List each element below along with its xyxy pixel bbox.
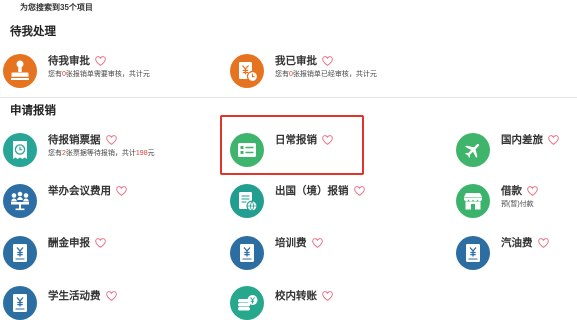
coin-stack-icon xyxy=(230,286,264,320)
heart-icon[interactable] xyxy=(548,135,559,145)
item-text: 汽油费 xyxy=(501,236,549,249)
page: 为您搜索到35个项目 待我处理 待我审批 您有0张报销单需要审核，共计元 我已审… xyxy=(0,0,577,320)
item-text: 酬金申报 xyxy=(48,236,106,249)
item-text: 国内差旅 xyxy=(501,133,559,146)
heart-icon[interactable] xyxy=(105,135,117,145)
item-title: 国内差旅 xyxy=(501,134,543,146)
item-title: 待我审批 xyxy=(48,55,90,67)
item-title: 出国（境）报销 xyxy=(275,185,349,197)
item-title-row: 待报销票据 xyxy=(48,134,155,146)
subtitle-text: 张报销单已经审核，共计元 xyxy=(292,71,377,78)
item-pending-receipts[interactable]: 待报销票据 您有2张票据等待报销，共计198元 xyxy=(3,133,155,167)
item-training-fee[interactable]: 培训费 xyxy=(230,236,323,270)
item-title: 校内转账 xyxy=(275,290,317,302)
heart-icon[interactable] xyxy=(311,238,323,248)
item-title: 待报销票据 xyxy=(48,134,101,146)
item-text: 培训费 xyxy=(275,236,323,249)
item-loan[interactable]: 借款 预(暂)付款 xyxy=(456,184,538,218)
search-result-summary: 为您搜索到35个项目 xyxy=(20,3,93,13)
item-title: 借款 xyxy=(501,185,522,197)
heart-icon[interactable] xyxy=(527,186,538,196)
item-title: 培训费 xyxy=(275,237,307,249)
item-title-row: 培训费 xyxy=(275,237,323,249)
heart-icon[interactable] xyxy=(322,291,333,301)
item-title-row: 举办会议费用 xyxy=(48,185,127,197)
heart-icon[interactable] xyxy=(353,186,365,196)
item-title-row: 汽油费 xyxy=(501,237,549,249)
heart-icon[interactable] xyxy=(105,291,117,301)
passport-globe-icon xyxy=(230,184,264,218)
subtitle-text: 您有 xyxy=(48,71,62,78)
yen-document-icon xyxy=(230,236,264,270)
item-title-row: 日常报销 xyxy=(275,134,333,146)
item-text: 借款 预(暂)付款 xyxy=(501,184,538,209)
item-text: 我已审批 您有0张报销单已经审核，共计元 xyxy=(275,54,377,79)
item-title: 汽油费 xyxy=(501,237,533,249)
item-student-activity-fee[interactable]: 学生活动费 xyxy=(3,286,117,320)
item-text: 举办会议费用 xyxy=(48,184,127,197)
item-subtitle: 您有0张报销单已经审核，共计元 xyxy=(275,70,377,79)
subtitle-text: 元 xyxy=(147,150,155,157)
item-title-row: 校内转账 xyxy=(275,290,333,302)
section-title-apply: 申请报销 xyxy=(10,105,56,117)
heart-icon[interactable] xyxy=(322,135,333,145)
subtitle-text: 张报销单需要审核，共计元 xyxy=(65,71,150,78)
item-subtitle: 您有0张报销单需要审核，共计元 xyxy=(48,70,150,79)
item-approved[interactable]: 我已审批 您有0张报销单已经审核，共计元 xyxy=(230,54,377,88)
item-title-row: 我已审批 xyxy=(275,55,377,67)
item-title: 学生活动费 xyxy=(48,290,101,302)
item-title-row: 借款 xyxy=(501,185,538,197)
id-card-icon xyxy=(230,133,264,167)
item-remuneration-declaration[interactable]: 酬金申报 xyxy=(3,236,106,270)
summary-suffix: 个项目 xyxy=(68,3,93,12)
item-subtitle: 预(暂)付款 xyxy=(501,201,534,208)
heart-icon[interactable] xyxy=(95,238,106,248)
item-text: 日常报销 xyxy=(275,133,333,146)
heart-icon[interactable] xyxy=(537,238,549,248)
item-daily-reimbursement[interactable]: 日常报销 xyxy=(230,133,333,167)
shop-icon xyxy=(456,184,490,218)
approved-document-icon xyxy=(230,54,264,88)
item-pending-approval[interactable]: 待我审批 您有0张报销单需要审核，共计元 xyxy=(3,54,150,88)
item-campus-transfer[interactable]: 校内转账 xyxy=(230,286,333,320)
item-text: 出国（境）报销 xyxy=(275,184,365,197)
item-title-row: 待我审批 xyxy=(48,55,150,67)
yen-document-icon xyxy=(3,286,37,320)
heart-icon[interactable] xyxy=(322,56,333,66)
heart-icon[interactable] xyxy=(116,186,127,196)
item-title: 举办会议费用 xyxy=(48,185,111,197)
item-title-row: 学生活动费 xyxy=(48,290,117,302)
item-title: 我已审批 xyxy=(275,55,317,67)
summary-prefix: 为您搜索到 xyxy=(20,3,60,12)
item-subtitle: 您有2张票据等待报销，共计198元 xyxy=(48,149,155,158)
yen-document-icon xyxy=(456,236,490,270)
item-overseas-reimbursement[interactable]: 出国（境）报销 xyxy=(230,184,365,218)
item-title: 酬金申报 xyxy=(48,237,90,249)
item-title-row: 酬金申报 xyxy=(48,237,106,249)
heart-icon[interactable] xyxy=(95,56,106,66)
section-divider xyxy=(0,97,577,98)
item-domestic-travel[interactable]: 国内差旅 xyxy=(456,133,559,167)
item-fuel-fee[interactable]: 汽油费 xyxy=(456,236,549,270)
item-title: 日常报销 xyxy=(275,134,317,146)
subtitle-text: 您有 xyxy=(275,71,289,78)
result-count: 35 xyxy=(60,3,69,12)
item-text: 校内转账 xyxy=(275,286,333,302)
item-meeting-expenses[interactable]: 举办会议费用 xyxy=(3,184,127,218)
yen-document-icon xyxy=(3,236,37,270)
stamp-icon xyxy=(3,54,37,88)
item-title-row: 国内差旅 xyxy=(501,134,559,146)
item-title-row: 出国（境）报销 xyxy=(275,185,365,197)
meeting-icon xyxy=(3,184,37,218)
item-text: 学生活动费 xyxy=(48,286,117,302)
subtitle-amount: 198 xyxy=(135,150,148,157)
subtitle-text: 您有 xyxy=(48,150,62,157)
subtitle-text: 张票据等待报销，共计 xyxy=(65,150,136,157)
section-title-pending: 待我处理 xyxy=(10,26,56,38)
item-text: 待我审批 您有0张报销单需要审核，共计元 xyxy=(48,54,150,79)
item-text: 待报销票据 您有2张票据等待报销，共计198元 xyxy=(48,133,155,158)
receipt-clock-icon xyxy=(3,133,37,167)
airplane-icon xyxy=(456,133,490,167)
